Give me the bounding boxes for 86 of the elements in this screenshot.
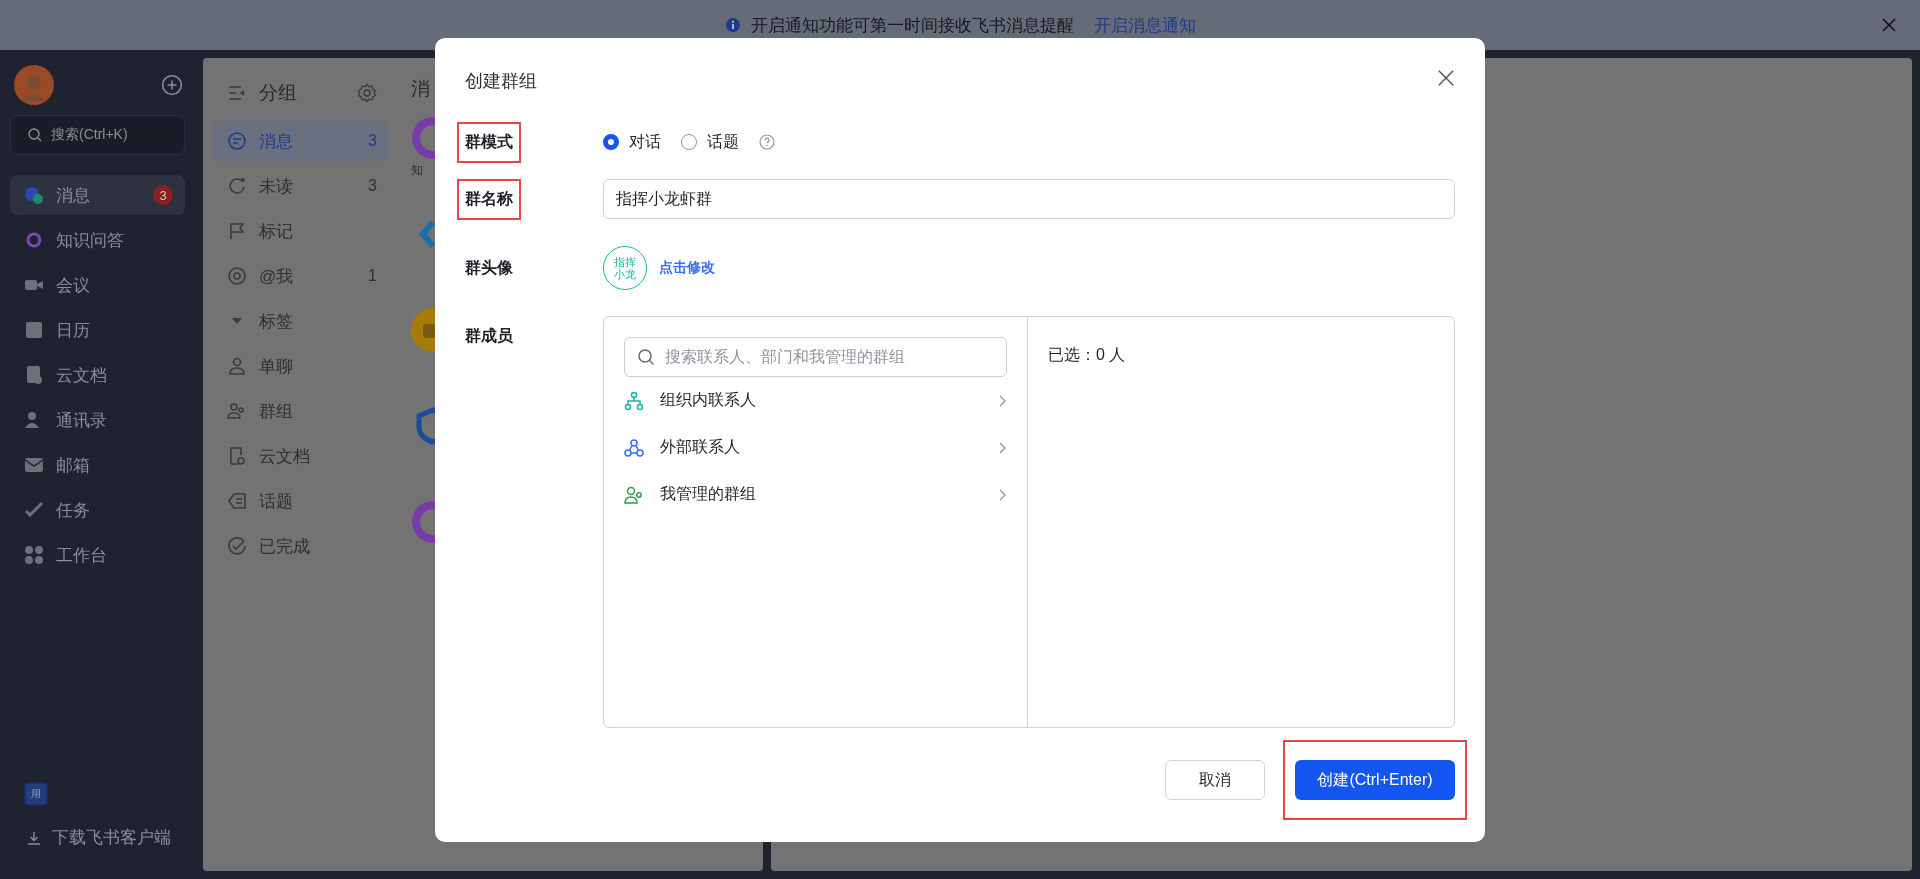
nav-label: 会议 xyxy=(56,274,91,297)
org-chart-icon xyxy=(624,390,644,411)
filter-icon xyxy=(227,266,247,286)
list-title: 消 xyxy=(411,77,430,101)
count: 1 xyxy=(368,267,377,285)
filter-icon xyxy=(227,131,247,151)
download-link[interactable]: 下载飞书客户端 xyxy=(52,826,171,849)
cancel-button[interactable]: 取消 xyxy=(1165,760,1265,800)
nav-item[interactable]: 通讯录 xyxy=(10,400,185,440)
help-icon[interactable] xyxy=(759,134,775,150)
nav-label: 工作台 xyxy=(56,544,108,567)
selected-count: 已选：0 人 xyxy=(1048,346,1126,363)
group-filter-item[interactable]: @我 1 xyxy=(211,256,389,296)
nav-icon xyxy=(24,230,44,250)
nav-icon xyxy=(24,365,44,385)
filter-icon xyxy=(227,176,247,196)
group-filter-item[interactable]: 话题 xyxy=(211,481,389,521)
nav-label: 邮箱 xyxy=(56,454,91,477)
nav-item[interactable]: 会议 xyxy=(10,265,185,305)
panel-title: 分组 xyxy=(259,81,298,105)
search-field[interactable]: 搜索(Ctrl+K) xyxy=(10,115,185,155)
contact-source-item[interactable]: 组织内联系人 xyxy=(624,377,1007,424)
chat-name: 知 xyxy=(411,162,423,179)
filter-icon xyxy=(227,536,247,556)
close-icon[interactable] xyxy=(1437,69,1455,87)
field-label: 群成员 xyxy=(464,326,514,346)
download-icon xyxy=(26,829,42,846)
nav-icon xyxy=(24,500,44,520)
nav-icon xyxy=(24,320,44,340)
nav-label: 知识问答 xyxy=(56,229,125,252)
contact-source-item[interactable]: 外部联系人 xyxy=(624,424,1007,471)
count: 3 xyxy=(368,177,377,195)
field-label: 群名称 xyxy=(457,178,521,220)
dialog-title: 创建群组 xyxy=(465,70,537,93)
nav-label: 任务 xyxy=(56,499,91,522)
create-button[interactable]: 创建(Ctrl+Enter) xyxy=(1295,760,1455,800)
radio-button[interactable] xyxy=(603,134,619,150)
radio-option[interactable]: 话题 xyxy=(681,131,739,153)
group-filter-item[interactable]: 已完成 xyxy=(211,526,389,566)
close-icon[interactable] xyxy=(1882,18,1896,32)
nav-item[interactable]: 知识问答 xyxy=(10,220,185,260)
filter-icon xyxy=(227,401,247,421)
nav-item[interactable]: 工作台 xyxy=(10,535,185,575)
nav-icon xyxy=(24,545,44,565)
chevron-right-icon xyxy=(997,393,1007,408)
filter-icon xyxy=(227,446,247,466)
group-filter-item[interactable]: 未读 3 xyxy=(211,166,389,206)
search-icon xyxy=(27,127,43,143)
chevron-right-icon xyxy=(997,440,1007,455)
add-icon[interactable] xyxy=(161,74,183,96)
count: 3 xyxy=(368,132,377,150)
unread-badge: 3 xyxy=(153,185,173,205)
contact-source-item[interactable]: 我管理的群组 xyxy=(624,471,1007,518)
nav-icon xyxy=(24,185,44,205)
nav-item[interactable]: 云文档 xyxy=(10,355,185,395)
group-filter-item[interactable]: 标签 xyxy=(211,301,389,341)
group-filter-item[interactable]: 群组 xyxy=(211,391,389,431)
group-filter-item[interactable]: 标记 xyxy=(211,211,389,251)
group-name-field[interactable]: 指挥小龙虾群 xyxy=(603,179,1455,219)
nav-item[interactable]: 日历 xyxy=(10,310,185,350)
people-icon xyxy=(624,484,644,505)
nav-item[interactable]: 任务 xyxy=(10,490,185,530)
nav-label: 消息 xyxy=(56,184,91,207)
filter-icon xyxy=(227,356,247,376)
filter-icon xyxy=(227,491,247,511)
notice-text: 开启通知功能可第一时间接收飞书消息提醒 xyxy=(750,14,1074,37)
info-icon xyxy=(724,17,741,33)
search-icon xyxy=(637,348,655,366)
nav-item[interactable]: 邮箱 xyxy=(10,445,185,485)
radio-option[interactable]: 对话 xyxy=(603,131,661,153)
nav-label: 云文档 xyxy=(56,364,108,387)
group-filter-item[interactable]: 云文档 xyxy=(211,436,389,476)
nav-item[interactable]: 消息 3 xyxy=(10,175,185,215)
nav-label: 通讯录 xyxy=(56,409,108,432)
app-badge[interactable]: 用 xyxy=(24,782,48,806)
change-avatar-link[interactable]: 点击修改 xyxy=(659,259,715,277)
nav-label: 日历 xyxy=(56,319,91,342)
contact-search-field[interactable]: 搜索联系人、部门和我管理的群组 xyxy=(624,337,1007,377)
network-icon xyxy=(624,437,644,458)
field-label: 群头像 xyxy=(464,257,514,278)
field-label: 群模式 xyxy=(457,121,521,163)
group-filter-item[interactable]: 单聊 xyxy=(211,346,389,386)
user-avatar[interactable] xyxy=(14,65,54,105)
filter-icon xyxy=(227,221,247,241)
nav-icon xyxy=(24,455,44,475)
chevron-right-icon xyxy=(997,487,1007,502)
